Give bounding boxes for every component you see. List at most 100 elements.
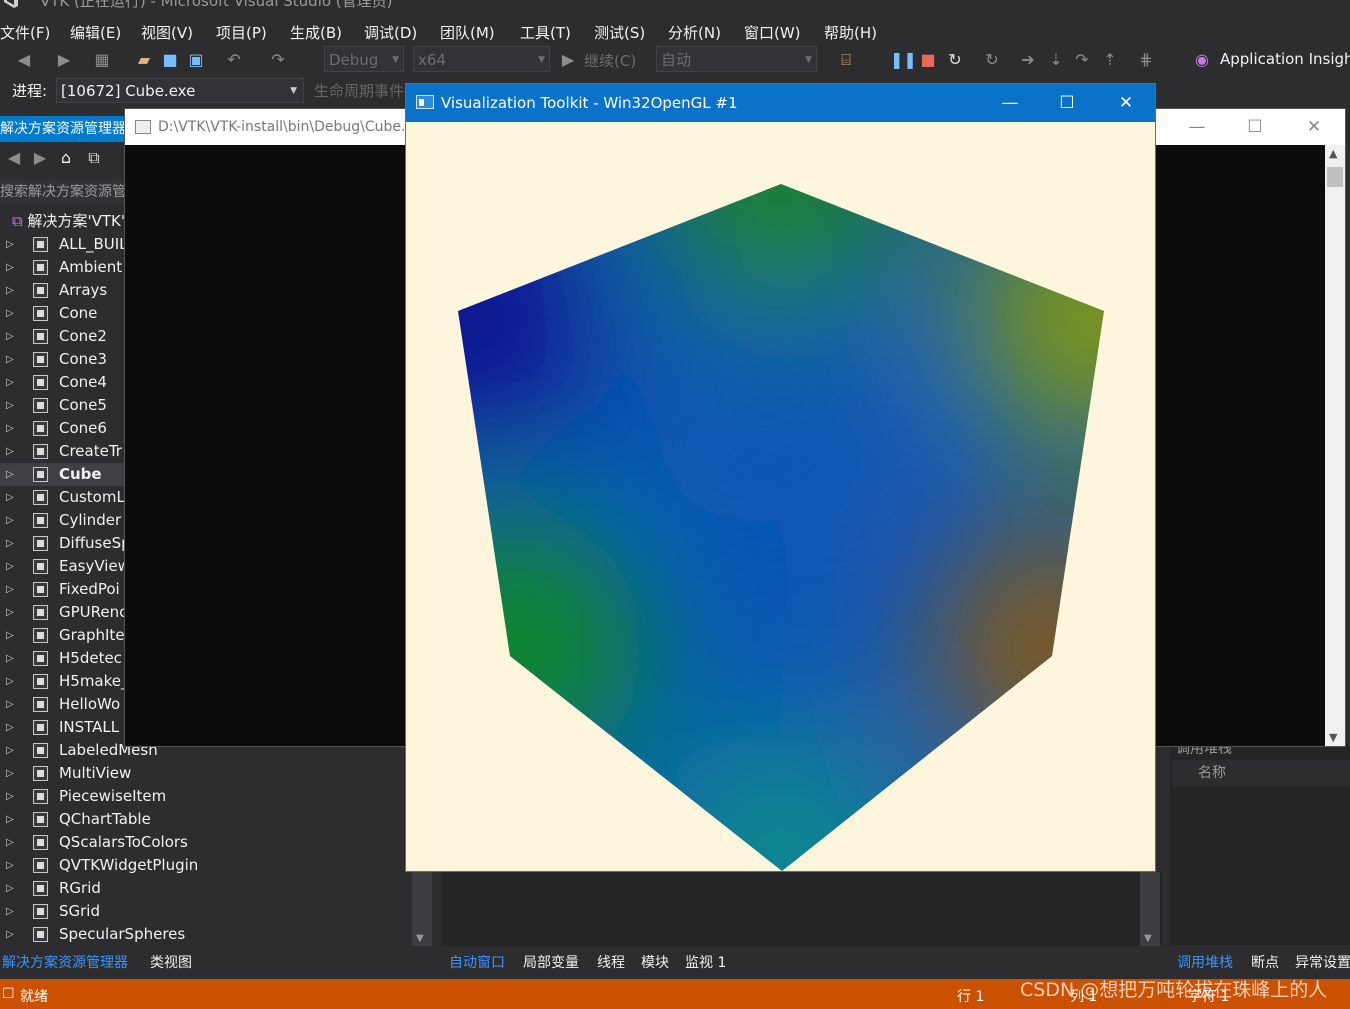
tree-item-project[interactable]: ▷ PiecewiseItem bbox=[0, 785, 412, 808]
menu-team[interactable]: 团队(M) bbox=[440, 22, 495, 43]
expand-arrow-icon[interactable]: ▷ bbox=[6, 624, 16, 647]
process-dropdown[interactable]: [10672] Cube.exe ▼ bbox=[56, 78, 304, 103]
tab-threads[interactable]: 线程 bbox=[597, 952, 625, 972]
expand-arrow-icon[interactable]: ▷ bbox=[6, 440, 16, 463]
expand-arrow-icon[interactable]: ▷ bbox=[6, 877, 16, 900]
expand-arrow-icon[interactable]: ▷ bbox=[6, 716, 16, 739]
tab-exception-settings[interactable]: 异常设置 bbox=[1295, 952, 1350, 972]
expand-arrow-icon[interactable]: ▷ bbox=[6, 463, 16, 486]
show-next-statement-icon[interactable]: ➔ bbox=[1018, 50, 1038, 70]
continue-button[interactable]: 继续(C) bbox=[584, 50, 636, 71]
solution-root[interactable]: ⧉ 解决方案'VTK' bbox=[12, 210, 125, 232]
menu-help[interactable]: 帮助(H) bbox=[824, 22, 877, 43]
expand-arrow-icon[interactable]: ▷ bbox=[6, 854, 16, 877]
undo-icon[interactable]: ↶ bbox=[224, 50, 244, 70]
minimize-button[interactable]: — bbox=[1177, 113, 1217, 141]
tree-item-project[interactable]: ▷ QVTKWidgetPlugin bbox=[0, 854, 412, 877]
expand-arrow-icon[interactable]: ▷ bbox=[6, 670, 16, 693]
chevron-down-icon[interactable]: ▼ bbox=[1329, 731, 1337, 744]
tab-callstack[interactable]: 调用堆栈 bbox=[1177, 952, 1233, 972]
tab-autos[interactable]: 自动窗口 bbox=[449, 952, 505, 972]
close-button[interactable]: ✕ bbox=[1294, 113, 1334, 141]
back-icon[interactable]: ◀ bbox=[4, 148, 24, 168]
tree-item-project[interactable]: ▷ RGrid bbox=[0, 877, 412, 900]
back-icon[interactable]: ◀ bbox=[14, 50, 34, 70]
callstack-column-header[interactable]: 名称 bbox=[1172, 760, 1350, 786]
expand-arrow-icon[interactable]: ▷ bbox=[6, 693, 16, 716]
vtk-render-window[interactable]: Visualization Toolkit - Win32OpenGL #1 —… bbox=[405, 83, 1156, 872]
tree-item-project[interactable]: ▷ SpecularSpheres bbox=[0, 923, 412, 946]
platform-dropdown[interactable]: x64 ▼ bbox=[413, 46, 550, 72]
expand-arrow-icon[interactable]: ▷ bbox=[6, 532, 16, 555]
home-icon[interactable]: ⌂ bbox=[56, 148, 76, 168]
solution-scrollbar[interactable]: ▼ bbox=[412, 870, 432, 946]
step-out-icon[interactable]: ⇡ bbox=[1100, 50, 1120, 70]
menu-analyze[interactable]: 分析(N) bbox=[668, 22, 721, 43]
step-over-icon[interactable]: ↷ bbox=[1072, 50, 1092, 70]
menu-tools[interactable]: 工具(T) bbox=[520, 22, 571, 43]
switch-views-icon[interactable]: ⧉ bbox=[84, 148, 104, 168]
expand-arrow-icon[interactable]: ▷ bbox=[6, 831, 16, 854]
tab-modules[interactable]: 模块 bbox=[641, 952, 669, 972]
tree-item-project[interactable]: ▷ QScalarsToColors bbox=[0, 831, 412, 854]
forward-icon[interactable]: ▶ bbox=[30, 148, 50, 168]
expand-arrow-icon[interactable]: ▷ bbox=[6, 578, 16, 601]
expand-arrow-icon[interactable]: ▷ bbox=[6, 923, 16, 946]
menu-project[interactable]: 项目(P) bbox=[216, 22, 267, 43]
restart-icon[interactable]: ↻ bbox=[945, 50, 965, 70]
expand-arrow-icon[interactable]: ▷ bbox=[6, 486, 16, 509]
menu-file[interactable]: 文件(F) bbox=[0, 22, 50, 43]
redo-icon[interactable]: ↷ bbox=[268, 50, 288, 70]
tree-item-project[interactable]: ▷ MultiView bbox=[0, 762, 412, 785]
expand-arrow-icon[interactable]: ▷ bbox=[6, 509, 16, 532]
pause-icon[interactable]: ❚❚ bbox=[890, 50, 917, 70]
expand-arrow-icon[interactable]: ▷ bbox=[6, 279, 16, 302]
expand-arrow-icon[interactable]: ▷ bbox=[6, 808, 16, 831]
expand-arrow-icon[interactable]: ▷ bbox=[6, 325, 16, 348]
find-files-icon[interactable]: ⌸ bbox=[836, 50, 856, 70]
continue-icon[interactable]: ▶ bbox=[558, 50, 578, 70]
tree-item-project[interactable]: ▷ SGrid bbox=[0, 900, 412, 923]
menu-build[interactable]: 生成(B) bbox=[290, 22, 342, 43]
step-into-icon[interactable]: ⇣ bbox=[1046, 50, 1066, 70]
menu-view[interactable]: 视图(V) bbox=[141, 22, 193, 43]
configuration-dropdown[interactable]: Debug ▼ bbox=[324, 46, 404, 72]
tab-class-view[interactable]: 类视图 bbox=[150, 952, 192, 972]
expand-arrow-icon[interactable]: ▷ bbox=[6, 302, 16, 325]
expand-arrow-icon[interactable]: ▷ bbox=[6, 739, 16, 762]
expand-arrow-icon[interactable]: ▷ bbox=[6, 256, 16, 279]
menu-debug[interactable]: 调试(D) bbox=[364, 22, 417, 43]
application-insights-button[interactable]: Application Insights bbox=[1220, 50, 1350, 68]
expand-arrow-icon[interactable]: ▷ bbox=[6, 900, 16, 923]
tree-item-project[interactable]: ▷ QChartTable bbox=[0, 808, 412, 831]
expand-arrow-icon[interactable]: ▷ bbox=[6, 417, 16, 440]
expand-arrow-icon[interactable]: ▷ bbox=[6, 233, 16, 256]
forward-icon[interactable]: ▶ bbox=[54, 50, 74, 70]
solution-search-input[interactable]: 搜索解决方案资源管理器 bbox=[0, 180, 124, 204]
expand-arrow-icon[interactable]: ▷ bbox=[6, 348, 16, 371]
autos-scrollbar[interactable]: ▼ bbox=[1140, 872, 1160, 946]
vtk-render-canvas[interactable] bbox=[406, 122, 1155, 871]
save-icon[interactable]: ■ bbox=[160, 50, 180, 70]
menu-test[interactable]: 测试(S) bbox=[594, 22, 645, 43]
maximize-button[interactable]: ☐ bbox=[1235, 113, 1275, 141]
expand-arrow-icon[interactable]: ▷ bbox=[6, 762, 16, 785]
lifecycle-events-button[interactable]: 生命周期事件 bbox=[314, 80, 404, 101]
tab-solution-explorer[interactable]: 解决方案资源管理器 bbox=[2, 952, 128, 972]
tab-breakpoints[interactable]: 断点 bbox=[1251, 952, 1279, 972]
expand-arrow-icon[interactable]: ▷ bbox=[6, 555, 16, 578]
console-scrollbar[interactable]: ▲ ▼ bbox=[1325, 145, 1345, 746]
expand-arrow-icon[interactable]: ▷ bbox=[6, 601, 16, 624]
minimize-button[interactable]: — bbox=[990, 89, 1030, 117]
expand-arrow-icon[interactable]: ▷ bbox=[6, 394, 16, 417]
vtk-title-bar[interactable]: Visualization Toolkit - Win32OpenGL #1 —… bbox=[406, 84, 1155, 122]
stop-icon[interactable]: ■ bbox=[918, 50, 938, 70]
expand-arrow-icon[interactable]: ▷ bbox=[6, 371, 16, 394]
scrollbar-thumb[interactable] bbox=[1327, 167, 1343, 187]
menu-window[interactable]: 窗口(W) bbox=[744, 22, 801, 43]
auto-dropdown[interactable]: 自动 ▼ bbox=[656, 46, 817, 72]
refresh-icon[interactable]: ↻ bbox=[982, 50, 1002, 70]
save-all-icon[interactable]: ▣ bbox=[186, 50, 206, 70]
tab-locals[interactable]: 局部变量 bbox=[523, 952, 579, 972]
maximize-button[interactable]: ☐ bbox=[1047, 89, 1087, 117]
